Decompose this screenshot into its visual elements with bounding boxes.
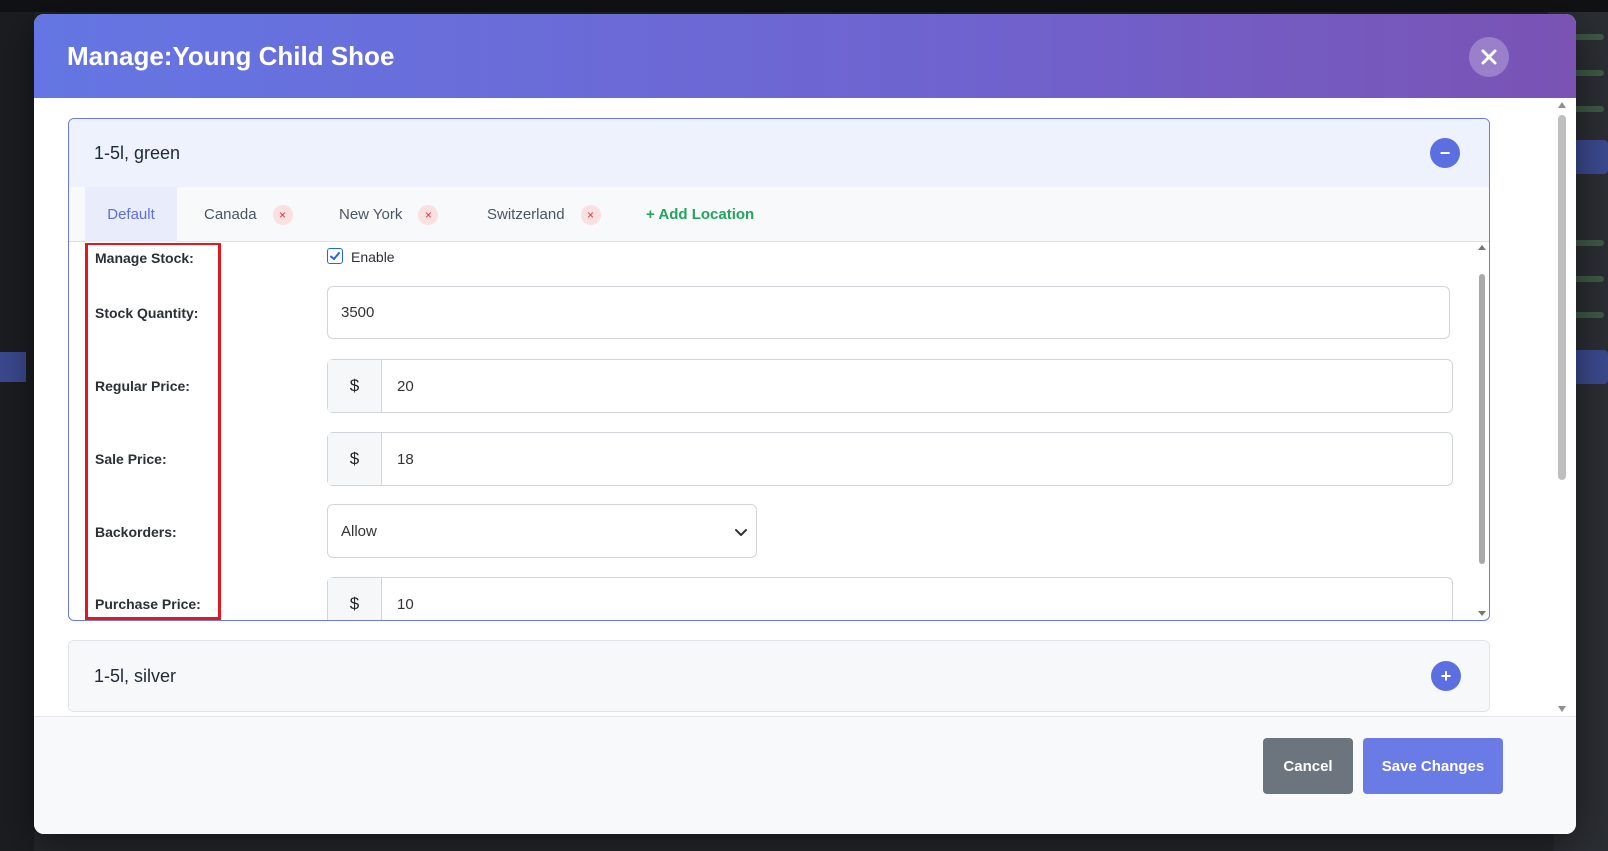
background-nav-marker (0, 352, 26, 382)
purchase-price-value[interactable]: 10 (382, 578, 414, 620)
plus-icon: + (1440, 666, 1452, 686)
backorders-select[interactable]: Allow (327, 504, 757, 558)
tab-label: Switzerland (487, 206, 565, 223)
variation-title: 1-5l, green (94, 143, 181, 163)
scroll-down-arrow-icon[interactable] (1558, 706, 1566, 712)
sale-price-value[interactable]: 18 (382, 433, 414, 485)
variation-panel: 1-5l, green − Default Canada × New York … (68, 118, 1490, 621)
tab-canada[interactable]: Canada × (204, 187, 293, 242)
enable-label: Enable (351, 249, 395, 265)
remove-location-icon[interactable]: × (580, 204, 601, 225)
checkmark-icon (330, 252, 340, 260)
tab-label: Default (107, 206, 155, 223)
background-topbar (0, 0, 1608, 12)
stock-quantity-input[interactable]: 3500 (327, 286, 1450, 339)
tab-new-york[interactable]: New York × (339, 187, 439, 242)
regular-price-input[interactable]: $ 20 (327, 359, 1453, 413)
background-left-nav (0, 12, 34, 851)
highlight-annotation-box (85, 243, 221, 620)
stock-form: Manage Stock: Enable Stock Quantity: 350… (69, 243, 1489, 620)
add-location-link[interactable]: + Add Location (646, 187, 754, 242)
scroll-down-arrow-icon[interactable] (1478, 611, 1486, 616)
remove-location-icon[interactable]: × (272, 204, 293, 225)
modal-scrollbar[interactable] (1558, 115, 1566, 480)
purchase-price-input[interactable]: $ 10 (327, 577, 1453, 620)
tab-label: New York (339, 206, 403, 223)
modal-title: Manage:Young Child Shoe (67, 41, 395, 71)
scroll-up-arrow-icon[interactable] (1478, 245, 1486, 250)
chevron-down-icon (735, 529, 747, 536)
minus-icon: − (1439, 143, 1451, 163)
background-table-row (34, 832, 1554, 851)
expand-button[interactable]: + (1431, 661, 1461, 691)
close-button[interactable] (1469, 37, 1509, 77)
backorders-value: Allow (341, 522, 377, 540)
collapse-button[interactable]: − (1430, 138, 1460, 168)
manage-stock-checkbox[interactable] (327, 248, 343, 264)
modal-body: 1-5l, green − Default Canada × New York … (34, 98, 1576, 716)
currency-addon: $ (328, 578, 382, 620)
currency-addon: $ (328, 360, 382, 412)
tab-label: Canada (204, 206, 257, 223)
tab-switzerland[interactable]: Switzerland × (487, 187, 601, 242)
variation-panel: 1-5l, silver + (68, 640, 1490, 712)
variation-header[interactable]: 1-5l, silver + (69, 641, 1489, 711)
tab-default[interactable]: Default (85, 187, 177, 242)
save-changes-button[interactable]: Save Changes (1363, 738, 1503, 794)
variation-header[interactable]: 1-5l, green − (69, 119, 1489, 187)
remove-location-icon[interactable]: × (418, 204, 439, 225)
manage-stock-modal: Manage:Young Child Shoe 1-5l, green − De… (34, 14, 1576, 834)
modal-footer: Cancel Save Changes (34, 716, 1576, 834)
regular-price-value[interactable]: 20 (382, 360, 414, 412)
variation-title: 1-5l, silver (94, 666, 177, 686)
cancel-button[interactable]: Cancel (1263, 738, 1353, 794)
location-tabs: Default Canada × New York × Switzerland … (69, 187, 1489, 242)
sale-price-input[interactable]: $ 18 (327, 432, 1453, 486)
currency-addon: $ (328, 433, 382, 485)
close-icon (1481, 49, 1497, 65)
modal-header: Manage:Young Child Shoe (34, 14, 1576, 98)
scroll-up-arrow-icon[interactable] (1558, 102, 1566, 108)
form-scrollbar[interactable] (1479, 274, 1485, 564)
